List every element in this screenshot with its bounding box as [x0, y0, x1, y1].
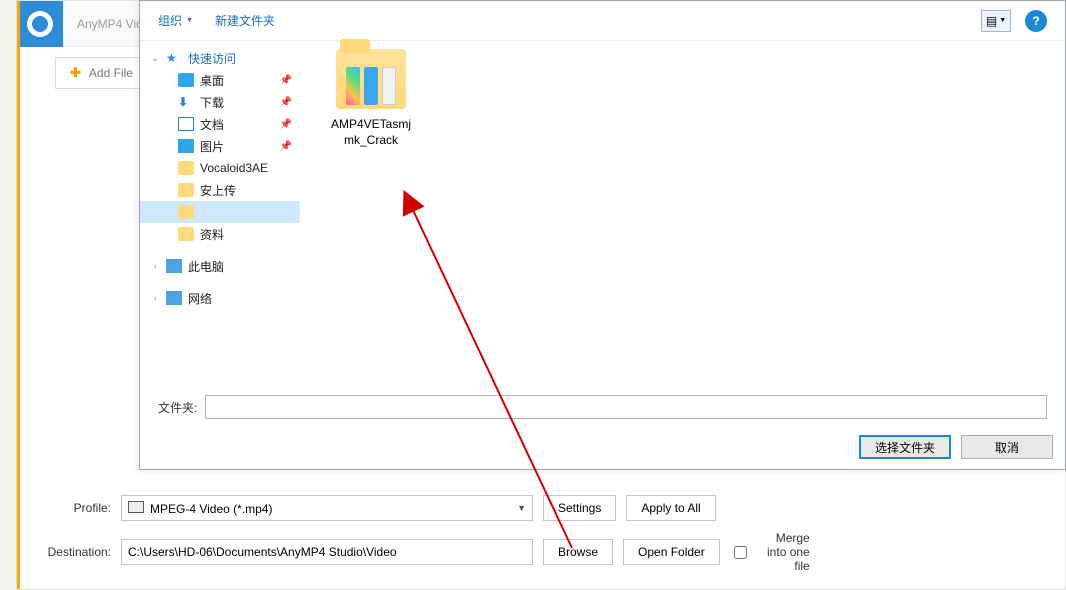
new-folder-button[interactable]: 新建文件夹	[215, 12, 275, 29]
add-file-label: Add File	[89, 66, 133, 80]
expand-icon: ›	[150, 293, 160, 304]
collapse-icon: ⌄	[150, 53, 160, 64]
tree-vocaloid[interactable]: Vocaloid3AE	[140, 157, 300, 179]
chevron-down-icon: ▼	[186, 17, 193, 24]
organize-menu[interactable]: 组织▼	[158, 12, 193, 29]
cancel-button[interactable]: 取消	[961, 435, 1053, 459]
folder-name-input[interactable]	[205, 395, 1047, 419]
pin-icon: 📌	[280, 97, 292, 108]
pictures-icon	[178, 139, 194, 153]
tree-pictures[interactable]: 图片📌	[140, 135, 300, 157]
view-icon: ▤	[986, 14, 997, 28]
chevron-down-icon: ▼	[999, 17, 1006, 24]
folder-name: AMP4VETasmjmk_Crack	[316, 117, 426, 148]
folder-input-row: 文件夹:	[140, 389, 1065, 429]
network-icon	[166, 291, 182, 305]
folder-icon	[178, 183, 194, 197]
profile-label: Profile:	[31, 501, 111, 515]
dialog-buttons: 选择文件夹 取消	[140, 429, 1065, 469]
bottom-bar: Profile: MPEG-4 Video (*.mp4) ▼ Settings…	[17, 485, 1065, 583]
pin-icon: 📌	[280, 75, 292, 86]
merge-checkbox-input[interactable]	[734, 546, 747, 559]
folder-dialog: 组织▼ 新建文件夹 ▤▼ ? ⌄★快速访问 桌面📌 ⬇下载📌 文档📌 图片📌 V…	[139, 0, 1066, 470]
dialog-toolbar: 组织▼ 新建文件夹 ▤▼ ?	[140, 1, 1065, 41]
browse-button[interactable]: Browse	[543, 539, 613, 565]
folder-field-label: 文件夹:	[158, 399, 197, 416]
pin-icon: 📌	[280, 119, 292, 130]
desktop-icon	[178, 73, 194, 87]
tree-anshangchuan[interactable]: 安上传	[140, 179, 300, 201]
merge-checkbox[interactable]: Merge into one file	[730, 531, 810, 573]
folder-icon	[336, 49, 406, 109]
folder-content[interactable]: AMP4VETasmjmk_Crack	[300, 41, 1065, 389]
document-icon	[178, 117, 194, 131]
tree-ziliao[interactable]: 资料	[140, 223, 300, 245]
select-folder-button[interactable]: 选择文件夹	[859, 435, 951, 459]
tree-downloads[interactable]: ⬇下载📌	[140, 91, 300, 113]
folder-icon	[178, 205, 194, 219]
help-icon: ?	[1032, 14, 1039, 28]
apply-to-all-button[interactable]: Apply to All	[626, 495, 715, 521]
app-logo-icon	[17, 1, 63, 47]
folder-icon	[178, 161, 194, 175]
tree-desktop[interactable]: 桌面📌	[140, 69, 300, 91]
tree-quick-access[interactable]: ⌄★快速访问	[140, 47, 300, 69]
mpeg-icon	[128, 501, 144, 513]
pc-icon	[166, 259, 182, 273]
pin-icon: 📌	[280, 141, 292, 152]
download-icon: ⬇	[178, 95, 194, 109]
expand-icon: ›	[150, 261, 160, 272]
tree-network[interactable]: ›网络	[140, 287, 300, 309]
tree-selected-folder[interactable]	[140, 201, 300, 223]
profile-select[interactable]: MPEG-4 Video (*.mp4) ▼	[121, 495, 533, 521]
view-mode-button[interactable]: ▤▼	[981, 10, 1011, 32]
open-folder-button[interactable]: Open Folder	[623, 539, 720, 565]
chevron-down-icon: ▼	[517, 503, 526, 513]
profile-value: MPEG-4 Video (*.mp4)	[150, 502, 273, 516]
navigation-tree: ⌄★快速访问 桌面📌 ⬇下载📌 文档📌 图片📌 Vocaloid3AE 安上传 …	[140, 41, 300, 389]
destination-input[interactable]	[121, 539, 533, 565]
destination-label: Destination:	[31, 545, 111, 559]
folder-item[interactable]: AMP4VETasmjmk_Crack	[316, 49, 426, 148]
tree-documents[interactable]: 文档📌	[140, 113, 300, 135]
star-icon: ★	[166, 51, 182, 65]
tree-this-pc[interactable]: ›此电脑	[140, 255, 300, 277]
help-button[interactable]: ?	[1025, 10, 1047, 32]
plus-icon: ✚	[70, 65, 81, 81]
folder-icon	[178, 227, 194, 241]
merge-label: Merge into one file	[756, 531, 810, 573]
settings-button[interactable]: Settings	[543, 495, 616, 521]
